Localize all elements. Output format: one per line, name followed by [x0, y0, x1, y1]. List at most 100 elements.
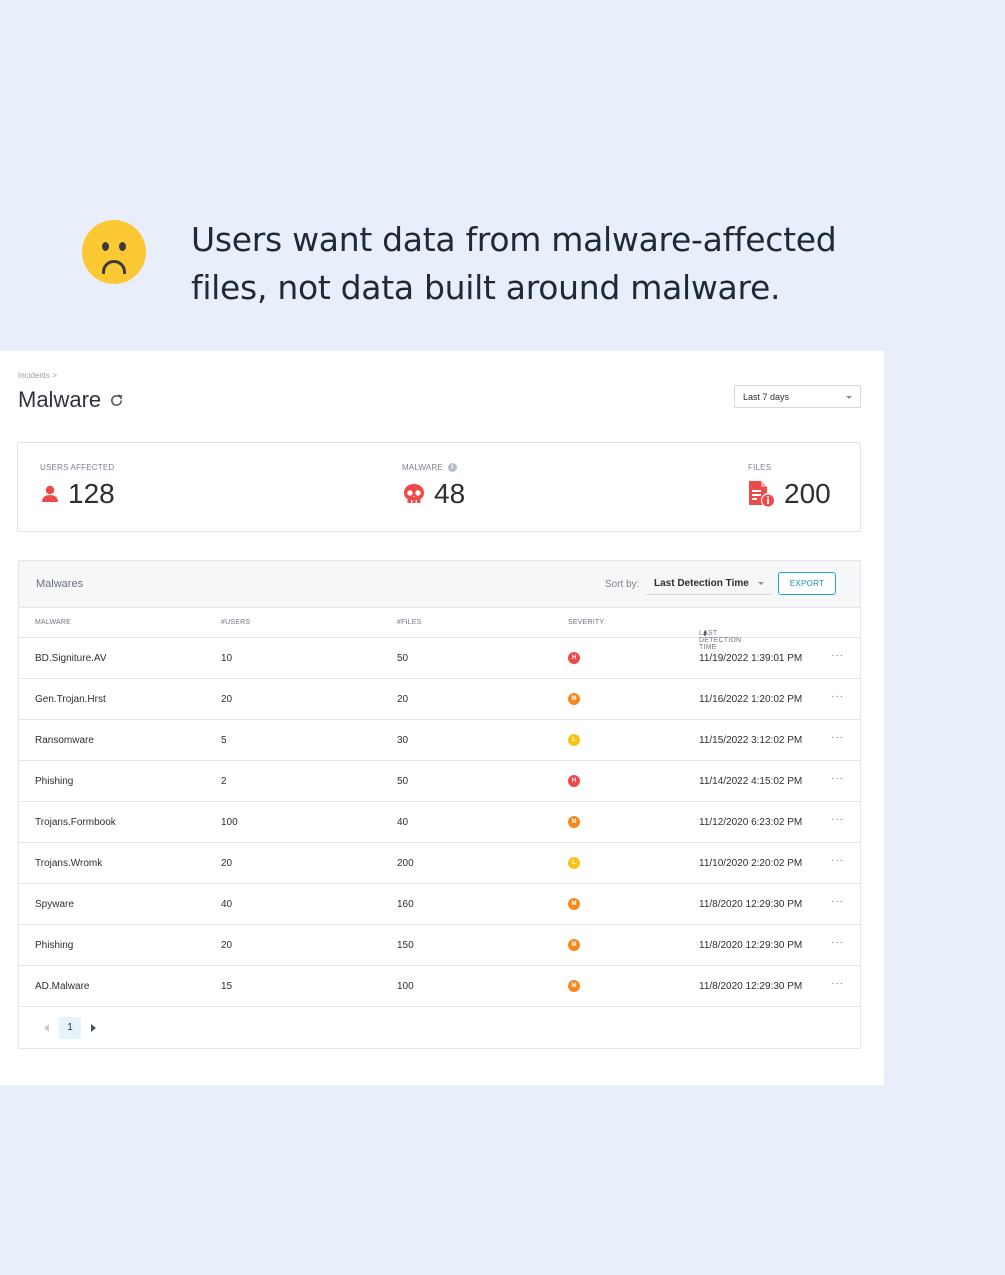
- table-row[interactable]: AD.Malware 15 100 M 11/8/2020 12:29:30 PM ···: [19, 966, 860, 1007]
- users-count: 2: [221, 776, 227, 787]
- malwares-table: Malwares Sort by: Last Detection Time EX…: [18, 560, 861, 1049]
- stat-value: 200: [784, 478, 831, 509]
- table-row[interactable]: Spyware 40 160 M 11/8/2020 12:29:30 PM ···: [19, 884, 860, 925]
- table-row[interactable]: Ransomware 5 30 L 11/15/2022 3:12:02 PM ···: [19, 720, 860, 761]
- user-icon: [42, 485, 58, 502]
- malware-name[interactable]: Phishing: [35, 940, 73, 951]
- malware-name[interactable]: Trojans.Formbook: [35, 817, 116, 828]
- table-row[interactable]: BD.Signiture.AV 10 50 H 11/19/2022 1:39:01 P…: [19, 638, 860, 679]
- stat-files: FILES 200: [746, 463, 831, 510]
- table-title: Malwares: [36, 578, 84, 590]
- table-row[interactable]: Trojans.Formbook 100 40 M 11/12/2020 6:23:02…: [19, 802, 860, 843]
- users-count: 20: [221, 858, 233, 869]
- last-detection-time: 11/12/2020 6:23:02 PM: [699, 817, 803, 828]
- malware-dashboard: Incidents > Malware Last 7 days USERS AF…: [0, 351, 884, 1085]
- chevron-down-icon: [758, 582, 764, 585]
- stat-value: 128: [68, 478, 115, 509]
- severity-badge: M: [568, 816, 580, 828]
- stat-label: FILES: [748, 463, 772, 472]
- page-title: Malware: [18, 387, 124, 413]
- users-count: 15: [221, 981, 233, 992]
- more-actions-icon[interactable]: ···: [831, 732, 844, 743]
- sort-arrows-icon[interactable]: ⬍: [702, 630, 708, 638]
- table-row[interactable]: Gen.Trojan.Hrst 20 20 M 11/16/2022 1:20:02 P…: [19, 679, 860, 720]
- next-page-icon[interactable]: [91, 1024, 96, 1032]
- more-actions-icon[interactable]: ···: [831, 937, 844, 948]
- malware-name[interactable]: Phishing: [35, 776, 73, 787]
- users-count: 20: [221, 940, 233, 951]
- more-actions-icon[interactable]: ···: [831, 691, 844, 702]
- emoji-right-eye: [119, 242, 126, 251]
- severity-badge: M: [568, 898, 580, 910]
- column-header-users[interactable]: #USERS: [221, 619, 250, 626]
- severity-badge: M: [568, 693, 580, 705]
- previous-page-icon[interactable]: [44, 1024, 49, 1032]
- slightly-frowning-face-icon: [82, 220, 146, 284]
- date-range-value: Last 7 days: [743, 392, 790, 402]
- table-row[interactable]: Phishing 2 50 H 11/14/2022 4:15:02 PM ···: [19, 761, 860, 802]
- refresh-icon[interactable]: [109, 393, 124, 408]
- last-detection-time: 11/19/2022 1:39:01 PM: [699, 653, 803, 664]
- emoji-mouth: [102, 260, 126, 274]
- sort-select[interactable]: Last Detection Time: [646, 573, 772, 595]
- more-actions-icon[interactable]: ···: [831, 773, 844, 784]
- column-header-severity[interactable]: SEVERITY: [568, 619, 604, 626]
- last-detection-time: 11/10/2020 2:20:02 PM: [699, 858, 803, 869]
- severity-badge: H: [568, 652, 580, 664]
- stat-label: MALWARE: [402, 463, 443, 472]
- stat-value: 48: [434, 478, 466, 509]
- table-row[interactable]: Phishing 20 150 M 11/8/2020 12:29:30 PM ···: [19, 925, 860, 966]
- malware-name[interactable]: Ransomware: [35, 735, 94, 746]
- more-actions-icon[interactable]: ···: [831, 650, 844, 661]
- files-count: 20: [397, 694, 409, 705]
- stat-label: USERS AFFECTED: [40, 463, 115, 472]
- info-icon[interactable]: i: [447, 463, 457, 472]
- malware-name[interactable]: BD.Signiture.AV: [35, 653, 107, 664]
- stat-users-affected: USERS AFFECTED 128: [40, 463, 115, 510]
- column-header-malware[interactable]: MALWARE: [35, 619, 71, 626]
- files-count: 160: [397, 899, 414, 910]
- more-actions-icon[interactable]: ···: [831, 814, 844, 825]
- table-header-row: MALWARE #USERS #FILES SEVERITY LAST DETE…: [19, 608, 860, 651]
- severity-badge: M: [568, 980, 580, 992]
- headline: Users want data from malware-affected fi…: [191, 220, 837, 307]
- malware-name[interactable]: AD.Malware: [35, 981, 89, 992]
- users-count: 5: [221, 735, 227, 746]
- emoji-left-eye: [102, 242, 109, 251]
- stat-malware: MALWARE i 48: [402, 463, 465, 510]
- sort-value: Last Detection Time: [654, 578, 749, 589]
- files-count: 30: [397, 735, 409, 746]
- stats-summary: USERS AFFECTED 128 MALWARE i 48 FILES 20…: [17, 442, 861, 532]
- page-number-button[interactable]: 1: [59, 1017, 81, 1039]
- export-button[interactable]: EXPORT: [778, 572, 836, 595]
- files-count: 50: [397, 653, 409, 664]
- more-actions-icon[interactable]: ···: [831, 978, 844, 989]
- severity-badge: M: [568, 939, 580, 951]
- table-row[interactable]: Trojans.Wromk 20 200 L 11/10/2020 2:20:02 PM…: [19, 843, 860, 884]
- breadcrumb[interactable]: Incidents >: [18, 371, 57, 380]
- malware-name[interactable]: Gen.Trojan.Hrst: [35, 694, 106, 705]
- malware-name[interactable]: Trojans.Wromk: [35, 858, 102, 869]
- more-actions-icon[interactable]: ···: [831, 896, 844, 907]
- page-title-text: Malware: [18, 387, 102, 412]
- last-detection-time: 11/8/2020 12:29:30 PM: [699, 981, 803, 992]
- files-count: 50: [397, 776, 409, 787]
- sort-label: Sort by:: [605, 579, 640, 590]
- more-actions-icon[interactable]: ···: [831, 855, 844, 866]
- file-alert-icon: [749, 481, 774, 507]
- table-toolbar: Malwares Sort by: Last Detection Time EX…: [19, 561, 860, 608]
- last-detection-time: 11/16/2022 1:20:02 PM: [699, 694, 803, 705]
- last-detection-time: 11/8/2020 12:29:30 PM: [699, 940, 803, 951]
- table-body: BD.Signiture.AV 10 50 H 11/19/2022 1:39:01 P…: [19, 638, 860, 1007]
- pagination: 1: [19, 1007, 860, 1051]
- last-detection-time: 11/14/2022 4:15:02 PM: [699, 776, 803, 787]
- last-detection-time: 11/15/2022 3:12:02 PM: [699, 735, 803, 746]
- users-count: 40: [221, 899, 233, 910]
- files-count: 200: [397, 858, 414, 869]
- skull-icon: [404, 484, 424, 503]
- date-range-select[interactable]: Last 7 days: [734, 385, 861, 408]
- malware-name[interactable]: Spyware: [35, 899, 74, 910]
- severity-badge: H: [568, 775, 580, 787]
- users-count: 10: [221, 653, 233, 664]
- column-header-files[interactable]: #FILES: [397, 619, 422, 626]
